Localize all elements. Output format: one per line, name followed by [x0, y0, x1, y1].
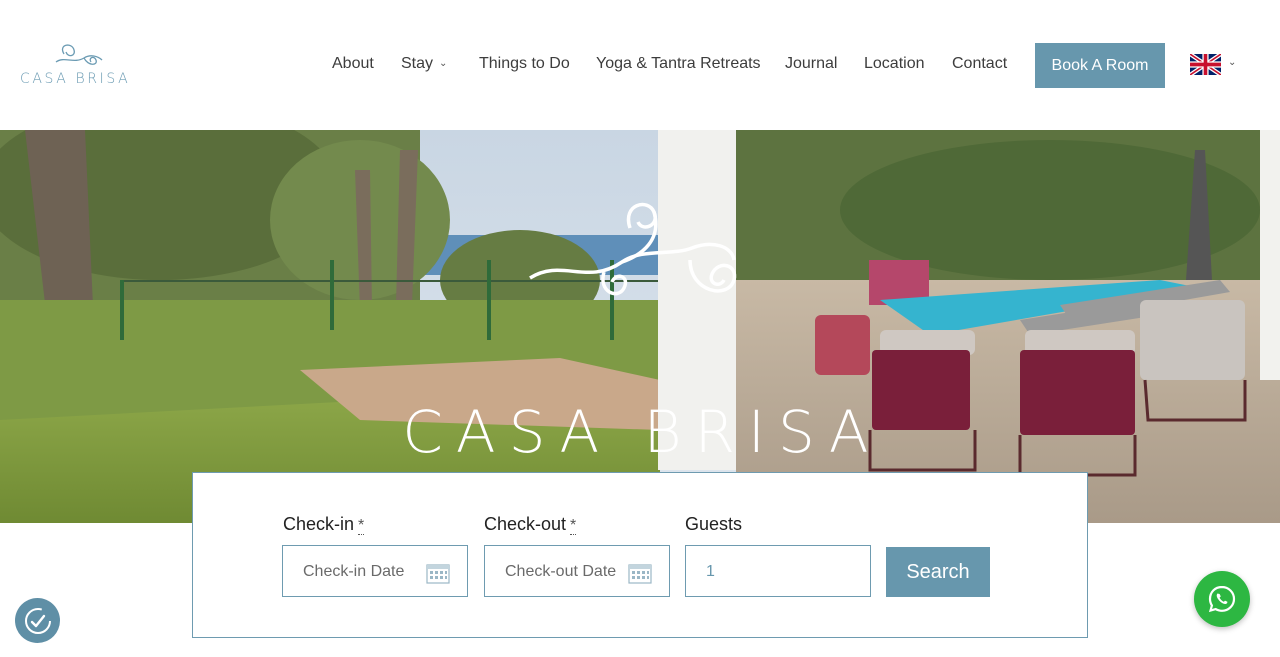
book-a-room-button[interactable]: Book A Room: [1035, 43, 1165, 88]
chevron-down-icon: ⌄: [1228, 57, 1237, 68]
nav-label: Contact: [952, 55, 1008, 72]
required-mark: *: [358, 517, 365, 535]
checkin-label: Check-in *: [283, 514, 365, 535]
language-selector[interactable]: ⌄: [1190, 54, 1242, 76]
accessibility-button[interactable]: [15, 598, 60, 643]
calendar-icon: [426, 564, 450, 584]
booking-form: Check-in * Check-out * Guests Check-in Dat…: [192, 472, 1088, 638]
checkout-date-input[interactable]: Check-out Date: [484, 545, 670, 597]
checkout-label: Check-out *: [484, 514, 577, 535]
guests-input[interactable]: 1: [685, 545, 871, 597]
chevron-down-icon: ⌄: [439, 58, 448, 69]
checkin-date-input[interactable]: Check-in Date: [282, 545, 468, 597]
checkin-label-text: Check-in: [283, 514, 355, 534]
nav-yoga-tantra-retreats[interactable]: Yoga & Tantra Retreats: [596, 55, 761, 73]
nav-label: Stay: [401, 55, 434, 72]
nav-journal[interactable]: Journal: [785, 55, 837, 73]
site-header: CASA BRISA About Stay ⌄ Things to Do Yoga…: [0, 0, 1280, 130]
checkout-placeholder: Check-out Date: [505, 563, 617, 580]
nav-contact[interactable]: Contact: [952, 55, 1007, 73]
nav-about[interactable]: About: [332, 55, 374, 73]
nav-label: Location: [864, 55, 925, 72]
hero-logo: CASA BRISA: [372, 200, 912, 466]
uk-flag-icon: [1190, 54, 1221, 75]
nav-label: Journal: [785, 55, 838, 72]
site-logo[interactable]: CASA BRISA: [20, 42, 138, 92]
accessibility-icon: [24, 607, 51, 634]
nav-label: Yoga & Tantra Retreats: [596, 55, 761, 72]
hero-banner: CASA BRISA: [0, 130, 1280, 523]
logo-text: CASA BRISA: [20, 71, 131, 87]
nav-location[interactable]: Location: [864, 55, 925, 73]
nav-things-to-do[interactable]: Things to Do: [479, 55, 570, 73]
whatsapp-icon: [1208, 585, 1236, 613]
search-button[interactable]: Search: [886, 547, 990, 597]
checkin-placeholder: Check-in Date: [303, 563, 405, 580]
nav-stay[interactable]: Stay ⌄: [401, 55, 447, 73]
nav-label: Things to Do: [479, 55, 570, 72]
hero-wave-icon: [529, 202, 737, 296]
guests-value: 1: [706, 563, 715, 580]
whatsapp-button[interactable]: [1194, 571, 1250, 627]
nav-label: About: [332, 55, 374, 72]
logo-wave-icon: [55, 44, 103, 65]
hero-title: CASA BRISA: [402, 398, 882, 466]
required-mark: *: [570, 517, 577, 535]
calendar-icon: [628, 564, 652, 584]
checkout-label-text: Check-out: [484, 514, 567, 534]
guests-label: Guests: [685, 514, 743, 534]
